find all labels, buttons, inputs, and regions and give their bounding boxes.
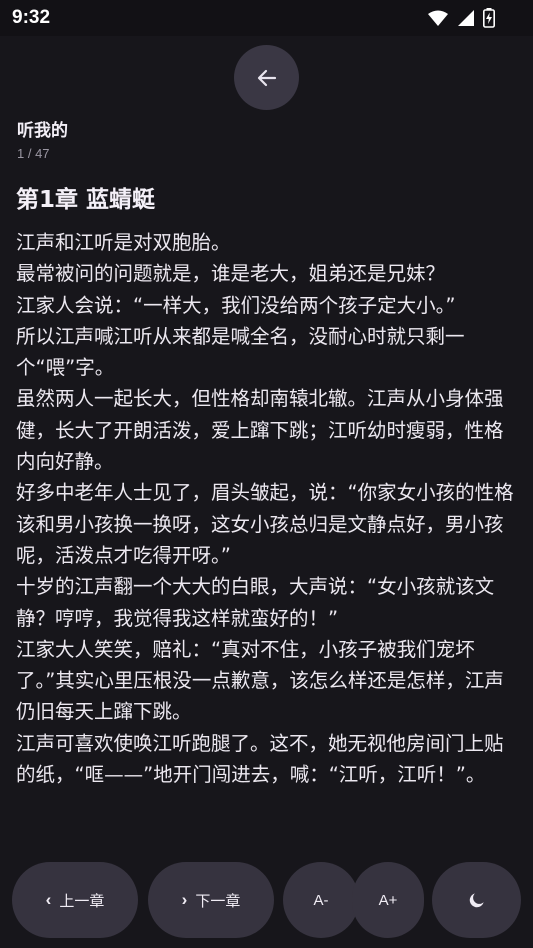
book-title: 听我的: [17, 121, 68, 140]
paragraph: 虽然两人一起长大，但性格却南辕北辙。江声从小身体强健，长大了开朗活泼，爱上蹿下跳…: [16, 387, 504, 474]
chevron-left-icon: ‹: [45, 890, 52, 909]
font-decrease-label: A-: [313, 891, 329, 909]
arrow-left-icon: [257, 69, 276, 86]
battery-charging-icon: [483, 8, 495, 28]
status-time: 9:32: [12, 7, 51, 28]
paragraph: 最常被问的问题就是，谁是老大，姐弟还是兄妹？: [16, 262, 446, 286]
paragraph: 十岁的江声翻一个大大的白眼，大声说：“女小孩就该文静？哼哼，我觉得我这样就蛮好的…: [16, 575, 495, 630]
next-chapter-button[interactable]: › 下一章: [148, 862, 274, 938]
paragraph: 好多中老年人士见了，眉头皱起，说：“你家女小孩的性格该和男小孩换一换呀，这女小孩…: [16, 481, 514, 567]
paragraph: 江声可喜欢使唤江听跑腿了。这不，她无视他房间门上贴的纸，“哐——”地开门闯进去，…: [16, 731, 504, 787]
paragraph: 所以江声喊江听从来都是喊全名，没耐心时就只剩一个“喂”字。: [16, 324, 465, 380]
prev-chapter-label: 上一章: [59, 892, 105, 910]
reader-toolbar: ‹ 上一章 › 下一章 A- A+: [0, 860, 533, 940]
moon-icon: [469, 893, 484, 908]
page-counter: 1 / 47: [17, 146, 50, 161]
chevron-right-icon: ›: [181, 890, 188, 909]
font-increase-label: A+: [378, 891, 398, 909]
back-button[interactable]: [234, 45, 299, 110]
wifi-icon: [428, 10, 448, 26]
night-mode-button[interactable]: [432, 862, 521, 938]
status-bar: 9:32: [0, 0, 533, 36]
system-icons: [427, 8, 495, 28]
prev-chapter-button[interactable]: ‹ 上一章: [12, 862, 138, 938]
paragraph: 江家人会说：“一样大，我们没给两个孩子定大小。”: [16, 293, 456, 317]
next-chapter-label: 下一章: [195, 892, 241, 910]
chapter-title: 第1章 蓝蜻蜓: [16, 187, 156, 213]
chapter-content: 江声和江听是对双胞胎。 最常被问的问题就是，谁是老大，姐弟还是兄妹？ 江家人会说…: [16, 227, 521, 790]
paragraph: 江声和江听是对双胞胎。: [16, 231, 231, 254]
cell-signal-icon: [458, 10, 474, 26]
font-increase-button[interactable]: A+: [352, 862, 424, 938]
font-decrease-button[interactable]: A-: [283, 862, 359, 938]
paragraph: 江家大人笑笑，赔礼：“真对不住，小孩子被我们宠坏了。”其实心里压根没一点歉意，该…: [16, 637, 504, 724]
